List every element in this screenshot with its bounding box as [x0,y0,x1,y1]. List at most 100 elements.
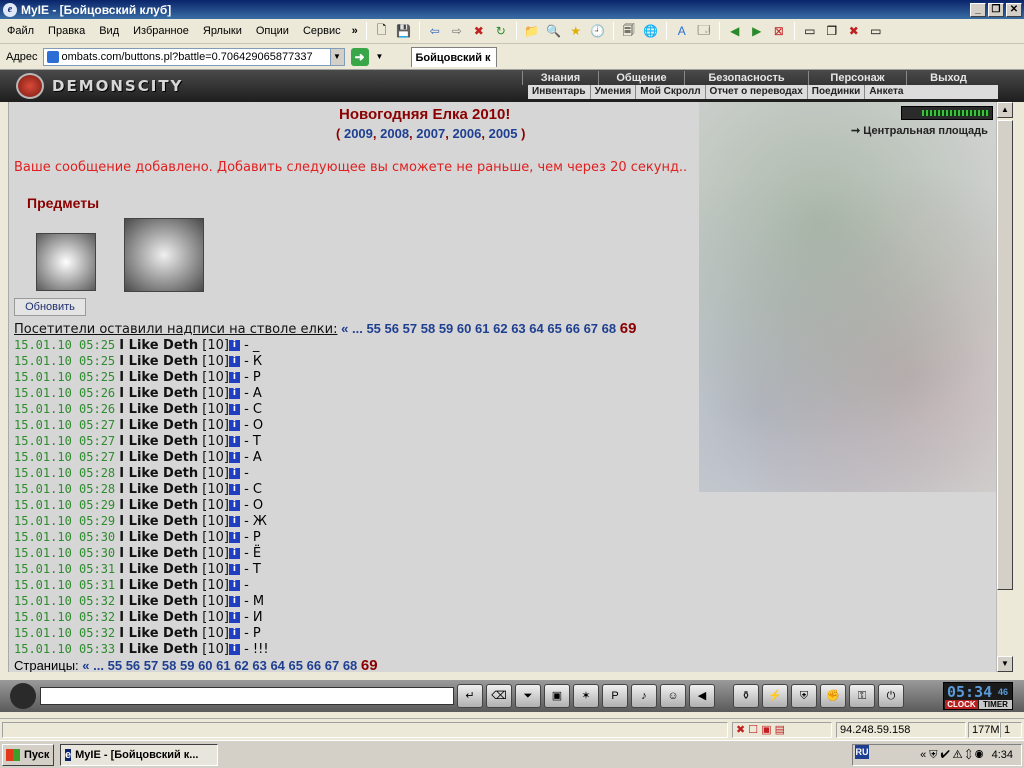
mdi-close-icon[interactable]: ✖ [845,22,863,40]
year-link-2005[interactable]: 2005 [489,126,518,141]
year-link-2007[interactable]: 2007 [416,126,445,141]
user-info-icon[interactable]: i [228,564,240,575]
vertical-scrollbar[interactable]: ▲ ▼ [996,102,1013,672]
nav-knowledge[interactable]: Знания [522,71,598,85]
screen-icon[interactable]: ▣ [544,684,570,708]
pager-page[interactable]: 59 [180,658,194,672]
globe-icon[interactable]: 🌐 [642,22,660,40]
user-info-icon[interactable]: i [228,404,240,415]
user-info-icon[interactable]: i [228,340,240,351]
exit-icon[interactable]: ⏻ [878,684,904,708]
pager-page[interactable]: 58 [421,321,435,336]
pager-page[interactable]: 58 [162,658,176,672]
log-nick[interactable]: I Like Deth [119,514,198,529]
scroll-down-icon[interactable]: ▼ [997,656,1013,672]
new-page-icon[interactable]: 🗋 [373,22,391,40]
filter-icon[interactable]: ⏷ [515,684,541,708]
pager-page[interactable]: 66 [565,321,579,336]
nav-character[interactable]: Персонаж [808,71,906,85]
pager-page[interactable]: 61 [475,321,489,336]
speaker-icon[interactable]: ◀ [689,684,715,708]
central-square-link[interactable]: ➞ Центральная площадь [851,124,988,137]
log-nick[interactable]: I Like Deth [119,562,198,577]
fist-icon[interactable]: ✊ [820,684,846,708]
mdi-restore-icon[interactable]: ❐ [823,22,841,40]
log-nick[interactable]: I Like Deth [119,434,198,449]
user-info-icon[interactable]: i [228,532,240,543]
subnav-fights[interactable]: Поединки [808,85,866,99]
log-nick[interactable]: I Like Deth [119,354,198,369]
year-link-2009[interactable]: 2009 [344,126,373,141]
pager-page[interactable]: 65 [547,321,561,336]
subnav-inventory[interactable]: Инвентарь [528,85,591,99]
pager-page[interactable]: 55 [108,658,122,672]
music-icon[interactable]: ♪ [631,684,657,708]
subnav-skills[interactable]: Умения [591,85,637,99]
log-nick[interactable]: I Like Deth [119,530,198,545]
pager-prev[interactable]: « ... [341,321,363,336]
save-icon[interactable]: 💾 [395,22,413,40]
lock-icon[interactable]: ⚿ [849,684,875,708]
log-nick[interactable]: I Like Deth [119,418,198,433]
chat-input[interactable] [40,687,454,705]
scroll-icon[interactable]: ⚡ [762,684,788,708]
log-nick[interactable]: I Like Deth [119,450,198,465]
log-nick[interactable]: I Like Deth [119,386,198,401]
pager-page[interactable]: 67 [325,658,339,672]
log-nick[interactable]: I Like Deth [119,642,198,657]
prev-tab-icon[interactable]: ◀ [726,22,744,40]
menu-options[interactable]: Опции [249,25,296,37]
user-info-icon[interactable]: i [228,468,240,479]
pager-page[interactable]: 56 [126,658,140,672]
folder-icon[interactable]: 📁 [523,22,541,40]
item-chalice-icon[interactable] [36,233,96,291]
pager-page[interactable]: 55 [366,321,380,336]
menu-edit[interactable]: Правка [41,25,92,37]
bottle-icon[interactable]: ⚱ [733,684,759,708]
eraser-icon[interactable]: ⌫ [486,684,512,708]
start-button[interactable]: Пуск [2,743,54,766]
pager-page[interactable]: 63 [252,658,266,672]
user-info-icon[interactable]: i [228,644,240,655]
pager-page[interactable]: 68 [602,321,616,336]
menu-file[interactable]: Файл [0,25,41,37]
stop-icon[interactable]: ✖ [470,22,488,40]
scroll-up-icon[interactable]: ▲ [997,102,1013,118]
subnav-profile[interactable]: Анкета [865,85,907,99]
user-info-icon[interactable]: i [228,484,240,495]
tray-icons[interactable]: « ⛨ ✔ ⚠ ⇕ ◉ [920,749,984,762]
user-info-icon[interactable]: i [228,516,240,527]
menu-shortcuts[interactable]: Ярлыки [196,25,249,37]
subnav-my-scroll[interactable]: Мой Скролл [636,85,706,99]
search-icon[interactable]: 🔍 [545,22,563,40]
address-dropdown-icon[interactable]: ▼ [330,47,345,66]
menu-more-chevron[interactable]: » [348,25,362,37]
subnav-transfer-report[interactable]: Отчет о переводах [706,85,808,99]
pager-page[interactable]: 68 [343,658,357,672]
user-info-icon[interactable]: i [228,548,240,559]
send-enter-icon[interactable]: ↵ [457,684,483,708]
address-input[interactable]: ombats.com/buttons.pl?battle=0.706429065… [42,47,331,66]
helmet-icon[interactable]: ⛨ [791,684,817,708]
pager-prev[interactable]: « ... [82,658,104,672]
pager-page[interactable]: 61 [216,658,230,672]
page-icon[interactable]: 🗐 [620,22,638,40]
pager-page[interactable]: 62 [234,658,248,672]
menu-view[interactable]: Вид [92,25,126,37]
pager-page[interactable]: 64 [270,658,284,672]
scroll-thumb[interactable] [997,120,1013,590]
user-info-icon[interactable]: i [228,596,240,607]
restore-button[interactable]: ❐ [988,2,1004,17]
pager-page[interactable]: 60 [198,658,212,672]
minimize-button[interactable]: _ [970,2,986,17]
back-arrow-icon[interactable]: ⇦ [426,22,444,40]
history-icon[interactable]: 🕘 [589,22,607,40]
window-title-bar[interactable]: e MyIE - [Бойцовский клуб] _ ❐ ✕ [0,0,1024,19]
refresh-button[interactable]: Обновить [14,298,86,316]
year-link-2006[interactable]: 2006 [452,126,481,141]
menu-tools[interactable]: Сервис [296,25,348,37]
pager-page[interactable]: 66 [307,658,321,672]
log-nick[interactable]: I Like Deth [119,498,198,513]
log-nick[interactable]: I Like Deth [119,626,198,641]
nav-exit[interactable]: Выход [906,71,990,85]
